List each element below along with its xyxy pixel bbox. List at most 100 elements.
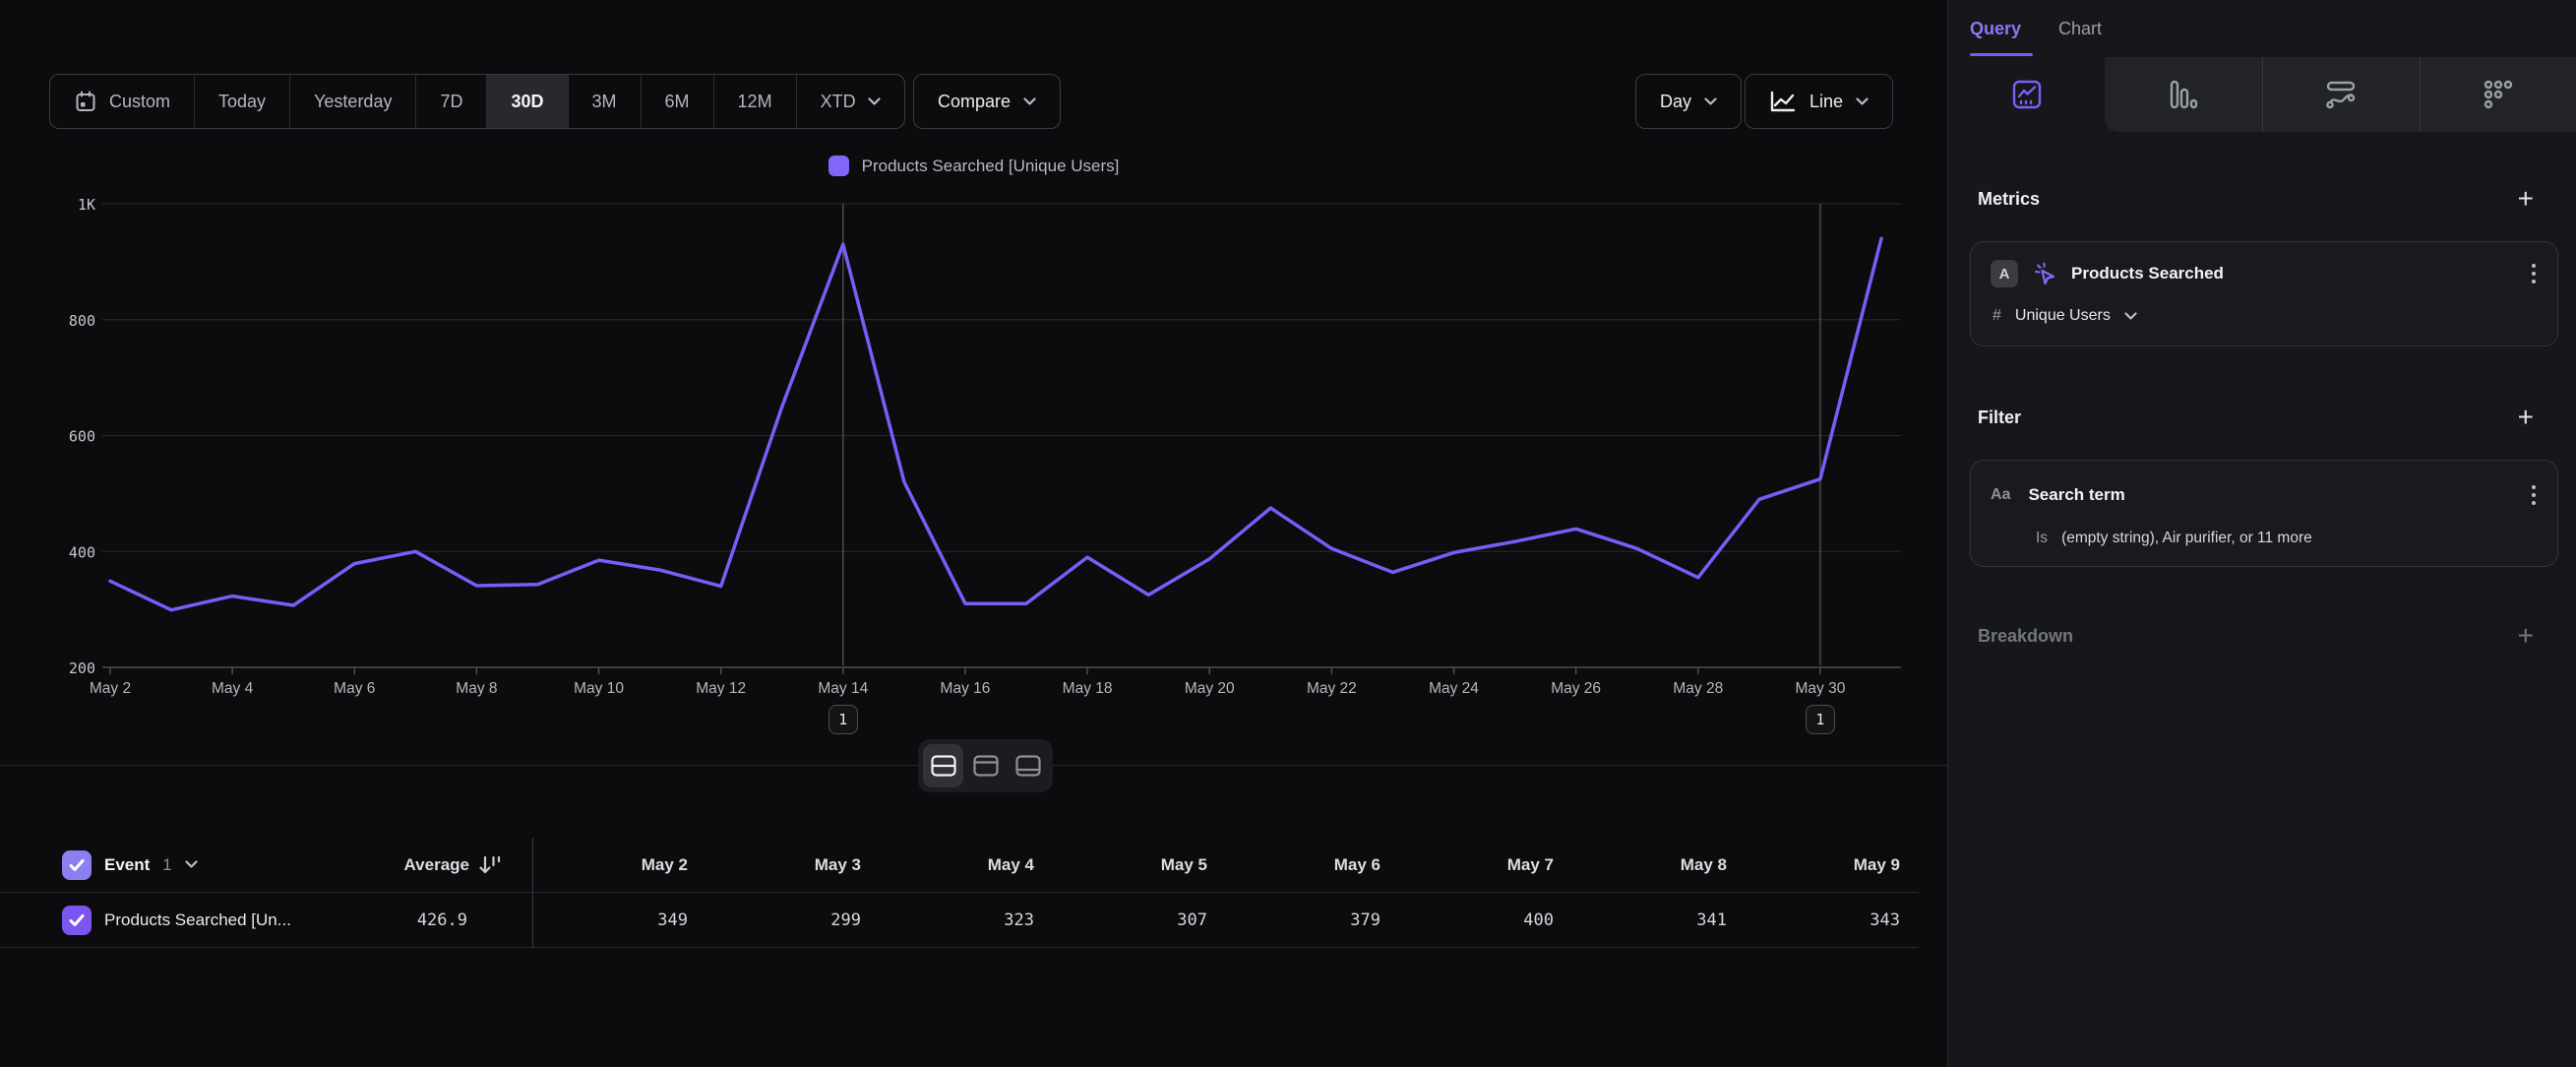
column-header-label: May 6 bbox=[1334, 855, 1380, 875]
date-range-label: XTD bbox=[821, 92, 856, 112]
chevron-down-icon bbox=[1856, 97, 1869, 106]
date-range-7d-button[interactable]: 7D bbox=[416, 75, 487, 128]
column-header[interactable]: May 2 bbox=[533, 838, 706, 892]
filter-property-name: Search term bbox=[2028, 485, 2124, 505]
column-header[interactable]: May 6 bbox=[1226, 838, 1399, 892]
date-range-yesterday-button[interactable]: Yesterday bbox=[290, 75, 416, 128]
average-header-cell[interactable]: Average bbox=[339, 838, 533, 892]
filter-value: (empty string), Air purifier, or 11 more bbox=[2061, 530, 2312, 547]
filter-section-header: Filter + bbox=[1978, 404, 2534, 431]
date-range-label: Yesterday bbox=[314, 92, 392, 112]
report-type-tabs bbox=[1948, 57, 2576, 132]
report-type-funnels-tab[interactable] bbox=[2105, 57, 2261, 132]
table-view-button[interactable] bbox=[1008, 744, 1048, 787]
cell-value: 349 bbox=[657, 910, 688, 930]
chart-legend: Products Searched [Unique Users] bbox=[0, 156, 1947, 176]
value-cell: 307 bbox=[1053, 893, 1226, 947]
column-header[interactable]: May 9 bbox=[1746, 838, 1919, 892]
date-range-xtd-button[interactable]: XTD bbox=[797, 75, 904, 128]
annotation-badge[interactable]: 1 bbox=[828, 705, 858, 734]
series-checkbox[interactable] bbox=[62, 906, 92, 935]
svg-text:May 10: May 10 bbox=[574, 680, 624, 697]
cell-value: 299 bbox=[830, 910, 861, 930]
svg-text:May 8: May 8 bbox=[456, 680, 497, 697]
series-name: Products Searched [Un... bbox=[104, 910, 291, 930]
flows-icon bbox=[2325, 80, 2357, 109]
metric-aggregation-row[interactable]: # Unique Users bbox=[1993, 307, 2137, 325]
column-header-label: May 3 bbox=[815, 855, 861, 875]
value-cell: 323 bbox=[880, 893, 1053, 947]
date-range-30d-button[interactable]: 30D bbox=[487, 75, 568, 128]
annotation-badge[interactable]: 1 bbox=[1806, 705, 1835, 734]
value-cell: 343 bbox=[1746, 893, 1919, 947]
chevron-down-icon bbox=[868, 97, 881, 106]
svg-text:May 22: May 22 bbox=[1307, 680, 1357, 697]
chevron-down-icon bbox=[1704, 97, 1717, 106]
chevron-down-icon bbox=[1023, 97, 1036, 106]
column-header-label: May 8 bbox=[1681, 855, 1727, 875]
split-view-button[interactable] bbox=[923, 744, 963, 787]
event-pointer-icon bbox=[2032, 261, 2057, 286]
table-view-icon bbox=[1015, 755, 1041, 777]
column-header[interactable]: May 7 bbox=[1399, 838, 1572, 892]
column-header[interactable]: May 4 bbox=[880, 838, 1053, 892]
column-header-label: May 7 bbox=[1507, 855, 1554, 875]
filter-condition-row[interactable]: Is (empty string), Air purifier, or 11 m… bbox=[2036, 530, 2312, 547]
metric-card[interactable]: A Products Searched # Unique Users bbox=[1970, 241, 2558, 346]
column-header-label: May 2 bbox=[642, 855, 688, 875]
date-range-custom-button[interactable]: Custom bbox=[50, 75, 195, 128]
filter-card[interactable]: Aa Search term Is (empty string), Air pu… bbox=[1970, 460, 2558, 567]
tab-query[interactable]: Query bbox=[1970, 19, 2021, 39]
cell-value: 341 bbox=[1696, 910, 1727, 930]
filter-options-kebab-icon[interactable] bbox=[2528, 481, 2540, 509]
report-type-insights-tab[interactable] bbox=[1948, 57, 2105, 132]
date-range-3m-button[interactable]: 3M bbox=[569, 75, 642, 128]
metric-options-kebab-icon[interactable] bbox=[2528, 260, 2540, 287]
text-property-icon: Aa bbox=[1991, 486, 2010, 504]
report-main-area: 1K800600400200May 2May 4May 6May 8May 10… bbox=[0, 0, 1947, 1067]
layout-toggle bbox=[918, 739, 1053, 792]
metric-card-header: A Products Searched bbox=[1991, 257, 2540, 290]
date-range-6m-button[interactable]: 6M bbox=[642, 75, 714, 128]
compare-button[interactable]: Compare bbox=[913, 74, 1061, 129]
add-filter-button[interactable]: + bbox=[2518, 404, 2534, 431]
chart-view-button[interactable] bbox=[965, 744, 1006, 787]
date-range-12m-button[interactable]: 12M bbox=[714, 75, 797, 128]
svg-text:May 28: May 28 bbox=[1673, 680, 1723, 697]
svg-text:600: 600 bbox=[69, 428, 95, 446]
svg-text:May 30: May 30 bbox=[1796, 680, 1846, 697]
report-type-flows-tab[interactable] bbox=[2262, 57, 2420, 132]
event-header-label: Event bbox=[104, 855, 150, 875]
value-cell: 349 bbox=[533, 893, 706, 947]
value-cell: 341 bbox=[1572, 893, 1746, 947]
svg-text:May 4: May 4 bbox=[212, 680, 254, 697]
svg-text:May 20: May 20 bbox=[1185, 680, 1235, 697]
chart-type-label: Line bbox=[1809, 92, 1843, 112]
sort-descending-icon bbox=[477, 853, 503, 877]
check-icon bbox=[68, 912, 86, 928]
column-header-label: May 4 bbox=[988, 855, 1034, 875]
column-header[interactable]: May 3 bbox=[706, 838, 880, 892]
funnel-icon bbox=[2169, 79, 2198, 110]
svg-text:400: 400 bbox=[69, 543, 95, 561]
granularity-dropdown[interactable]: Day bbox=[1635, 74, 1742, 129]
date-range-today-button[interactable]: Today bbox=[195, 75, 290, 128]
chevron-down-icon bbox=[2124, 312, 2137, 321]
value-cell: 400 bbox=[1399, 893, 1572, 947]
event-count: 1 bbox=[162, 855, 171, 875]
column-header[interactable]: May 5 bbox=[1053, 838, 1226, 892]
chart-type-dropdown[interactable]: Line bbox=[1745, 74, 1893, 129]
event-name-cell: Products Searched [Un... bbox=[62, 893, 339, 947]
add-breakdown-button[interactable]: + bbox=[2518, 622, 2534, 650]
report-type-retention-tab[interactable] bbox=[2420, 57, 2576, 132]
average-header-label: Average bbox=[404, 855, 469, 875]
line-chart-icon bbox=[1769, 90, 1797, 113]
metrics-section-header: Metrics + bbox=[1978, 185, 2534, 213]
column-header[interactable]: May 8 bbox=[1572, 838, 1746, 892]
cell-value: 343 bbox=[1870, 910, 1900, 930]
tab-chart[interactable]: Chart bbox=[2058, 19, 2102, 39]
select-all-checkbox[interactable] bbox=[62, 850, 92, 880]
chevron-down-icon[interactable] bbox=[185, 860, 198, 869]
add-metric-button[interactable]: + bbox=[2518, 185, 2534, 213]
svg-text:May 2: May 2 bbox=[90, 680, 131, 697]
